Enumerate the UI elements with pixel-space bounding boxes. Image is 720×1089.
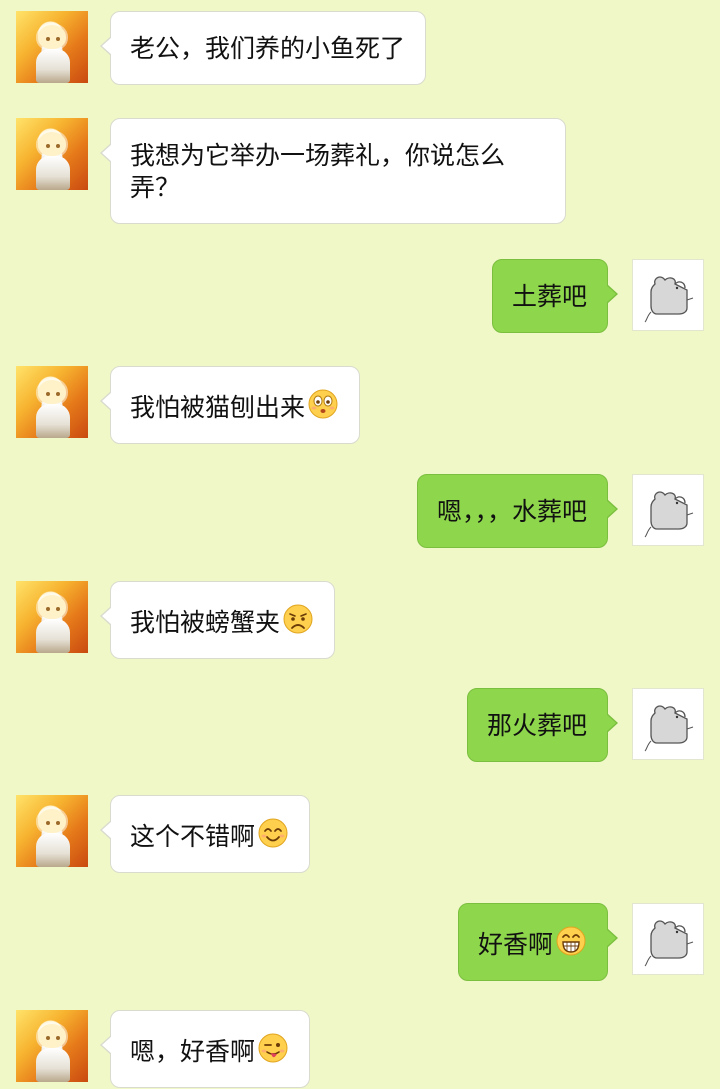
- message-text: 老公，我们养的小鱼死了: [130, 34, 406, 63]
- avatar-eye-icon: [46, 821, 50, 825]
- avatar-eye-icon: [46, 607, 50, 611]
- smile-face-emoji-icon: [258, 818, 288, 848]
- contact-avatar[interactable]: [16, 795, 88, 867]
- contact-avatar[interactable]: [16, 581, 88, 653]
- avatar-eye-icon: [56, 607, 60, 611]
- message-text: 这个不错啊: [130, 822, 256, 851]
- contact-avatar[interactable]: [16, 1010, 88, 1082]
- message-bubble-incoming[interactable]: 老公，我们养的小鱼死了: [99, 11, 427, 85]
- message-text: 我想为它举办一场葬礼，你说怎么弄？: [130, 141, 506, 202]
- avatar-eye-icon: [56, 392, 60, 396]
- message-bubble-incoming[interactable]: 我怕被猫刨出来: [99, 366, 361, 444]
- contact-avatar[interactable]: [16, 11, 88, 83]
- message-text: 嗯，，，水葬吧: [436, 497, 587, 526]
- grin-face-emoji-icon: [556, 926, 586, 956]
- mouse-sketch-icon: [644, 276, 694, 323]
- sad-face-emoji-icon: [283, 604, 313, 634]
- avatar-eye-icon: [46, 37, 50, 41]
- message-bubble-outgoing[interactable]: 那火葬吧: [466, 688, 619, 762]
- avatar-eye-icon: [46, 392, 50, 396]
- contact-avatar[interactable]: [16, 118, 88, 190]
- message-bubble-incoming[interactable]: 我想为它举办一场葬礼，你说怎么弄？: [100, 118, 566, 224]
- avatar-eye-icon: [56, 1036, 60, 1040]
- message-bubble-incoming[interactable]: 这个不错啊: [99, 795, 311, 873]
- message-bubble-outgoing[interactable]: 土葬吧: [491, 259, 619, 333]
- message-bubble-outgoing[interactable]: 好香啊: [457, 903, 619, 981]
- message-bubble-incoming[interactable]: 我怕被螃蟹夹: [99, 581, 336, 659]
- avatar-eye-icon: [46, 144, 50, 148]
- avatar-eye-icon: [56, 37, 60, 41]
- chat-conversation: 老公，我们养的小鱼死了 我想为它举办一场葬礼，你说怎么弄？ 土葬吧 我怕被猫刨出…: [0, 0, 720, 1089]
- surprised-face-emoji-icon: [308, 389, 338, 419]
- my-avatar[interactable]: [632, 688, 704, 760]
- mouse-sketch-icon: [644, 705, 694, 752]
- avatar-eye-icon: [56, 144, 60, 148]
- message-text: 土葬吧: [511, 282, 587, 311]
- wink-tongue-face-emoji-icon: [258, 1033, 288, 1063]
- mouse-sketch-icon: [644, 920, 694, 967]
- message-text: 嗯，好香啊: [130, 1037, 256, 1066]
- message-text: 那火葬吧: [486, 711, 587, 740]
- mouse-sketch-icon: [644, 491, 694, 538]
- avatar-eye-icon: [56, 821, 60, 825]
- message-bubble-outgoing[interactable]: 嗯，，，水葬吧: [416, 474, 619, 548]
- contact-avatar[interactable]: [16, 366, 88, 438]
- message-text: 好香啊: [477, 930, 553, 959]
- my-avatar[interactable]: [632, 259, 704, 331]
- message-text: 我怕被螃蟹夹: [130, 608, 281, 637]
- my-avatar[interactable]: [632, 903, 704, 975]
- message-text: 我怕被猫刨出来: [130, 393, 306, 422]
- avatar-eye-icon: [46, 1036, 50, 1040]
- my-avatar[interactable]: [632, 474, 704, 546]
- message-bubble-incoming[interactable]: 嗯，好香啊: [99, 1010, 311, 1088]
